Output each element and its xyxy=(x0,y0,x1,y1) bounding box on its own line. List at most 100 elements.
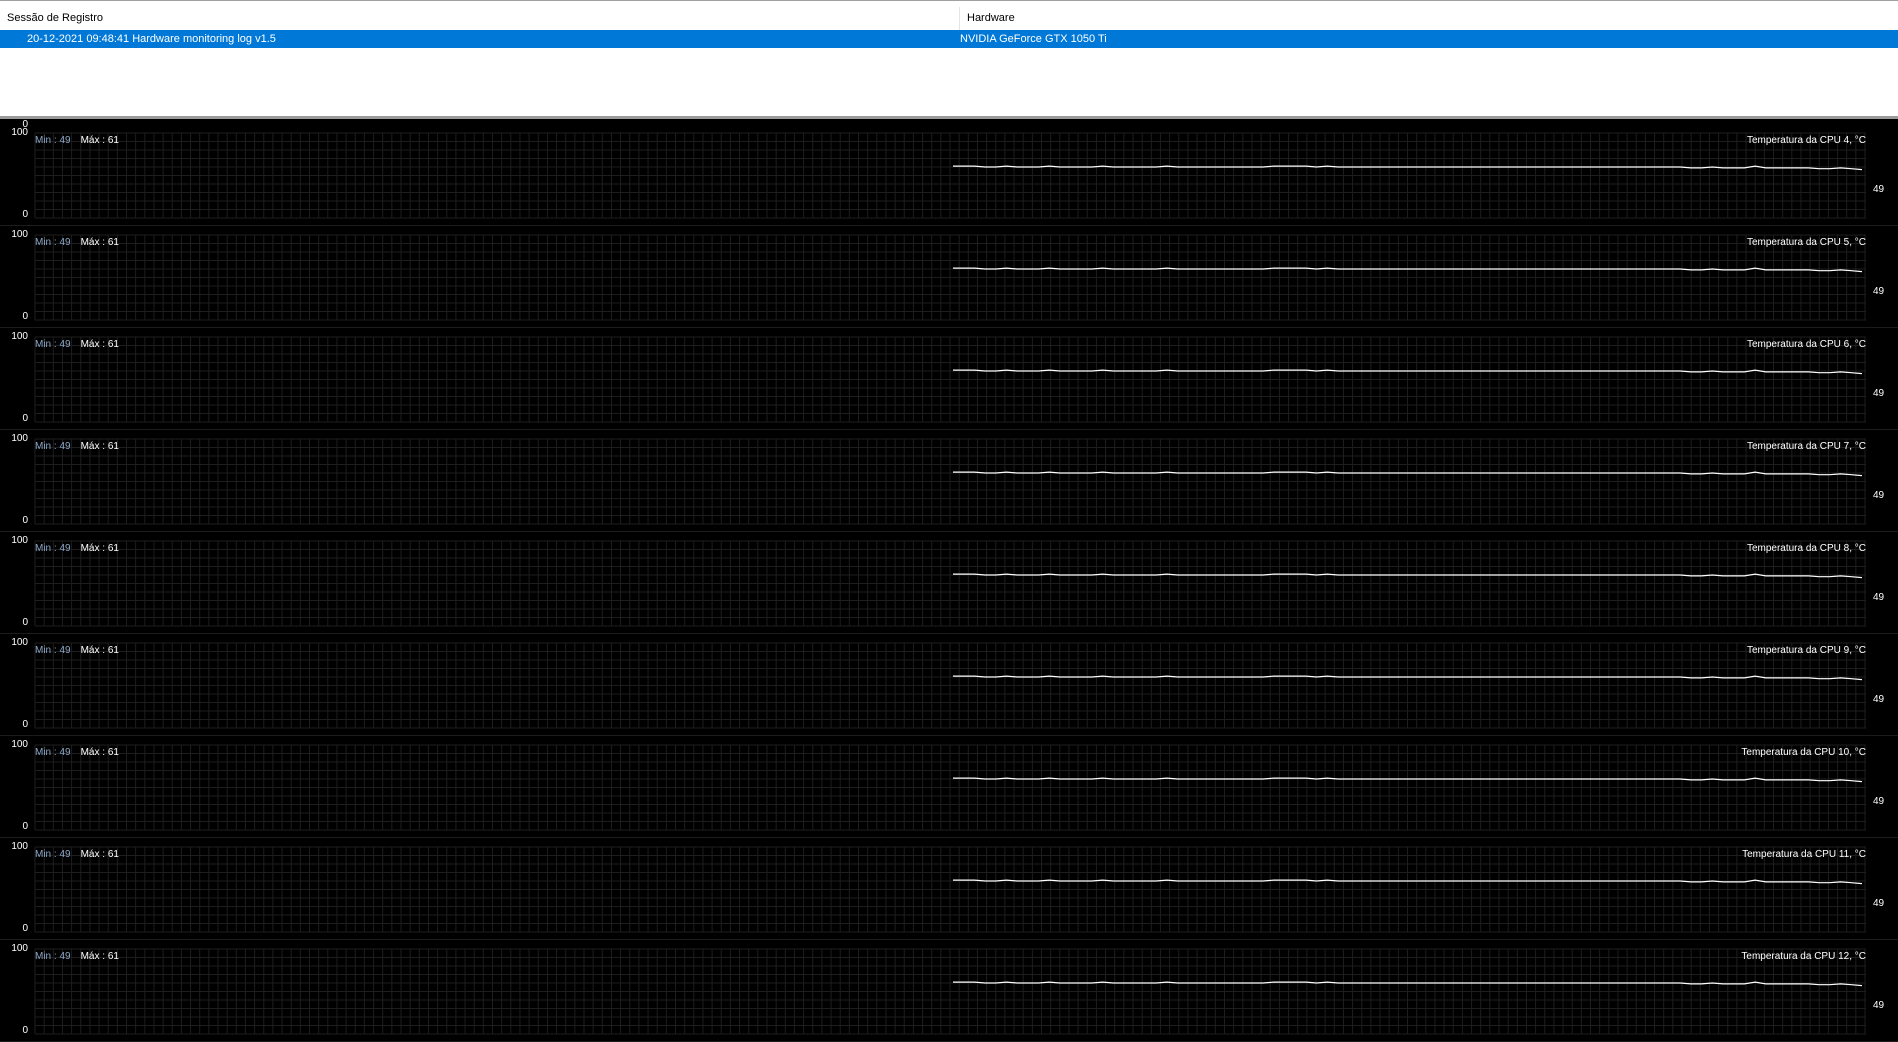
graph-grid xyxy=(34,948,1866,1035)
graph-panel[interactable]: 100 0 Min : 49 Máx : 61 Temperatura da CPU 9… xyxy=(0,633,1898,736)
max-value: 61 xyxy=(107,645,119,656)
axis-max-label: 100 xyxy=(11,739,28,750)
graph-panel[interactable]: 100 0 Min : 49 Máx : 61 Temperatura da CPU 7… xyxy=(0,429,1898,532)
graph-panel[interactable]: 100 0 Min : 49 Máx : 61 Temperatura da CPU 6… xyxy=(0,327,1898,430)
graph-plot xyxy=(34,438,1866,525)
graph-grid xyxy=(34,234,1866,321)
axis-min-label: 0 xyxy=(22,515,28,526)
log-session-panel: Sessão de Registro Hardware 20-12-2021 0… xyxy=(0,0,1898,117)
min-label: Min : xyxy=(35,951,60,962)
graph-minmax: Min : 49 Máx : 61 xyxy=(35,135,119,147)
column-header-hardware[interactable]: Hardware xyxy=(960,7,1898,30)
log-hardware-cell: NVIDIA GeForce GTX 1050 Ti xyxy=(960,33,1107,45)
graph-title: Temperatura da CPU 5, °C xyxy=(1746,237,1866,248)
graph-plot xyxy=(34,846,1866,933)
min-value: 49 xyxy=(59,747,71,758)
graph-grid xyxy=(34,642,1866,729)
graph-current-value: 49 xyxy=(1873,592,1885,603)
axis-max-label: 100 xyxy=(11,841,28,852)
min-value: 49 xyxy=(59,645,71,656)
graph-plot xyxy=(34,744,1866,831)
graph-panel[interactable]: 100 0 Min : 49 Máx : 61 Temperatura da CPU 4… xyxy=(0,123,1898,226)
graph-minmax: Min : 49 Máx : 61 xyxy=(35,441,119,453)
axis-max-label: 100 xyxy=(11,331,28,342)
max-value: 61 xyxy=(107,849,119,860)
graph-minmax: Min : 49 Máx : 61 xyxy=(35,339,119,351)
axis-min-label: 0 xyxy=(22,719,28,730)
graph-minmax: Min : 49 Máx : 61 xyxy=(35,747,119,759)
graph-panel[interactable]: 100 0 Min : 49 Máx : 61 Temperatura da CPU 1… xyxy=(0,939,1898,1042)
column-header-session[interactable]: Sessão de Registro xyxy=(0,7,960,30)
min-value: 49 xyxy=(59,543,71,554)
min-label: Min : xyxy=(35,441,60,452)
graph-current-value: 49 xyxy=(1873,694,1885,705)
max-label: Máx : xyxy=(80,543,108,554)
max-label: Máx : xyxy=(80,849,108,860)
min-label: Min : xyxy=(35,135,60,146)
log-row-selected[interactable]: 20-12-2021 09:48:41 Hardware monitoring … xyxy=(0,30,1898,48)
graph-plot xyxy=(34,336,1866,423)
graph-plot xyxy=(34,948,1866,1035)
max-label: Máx : xyxy=(80,747,108,758)
axis-max-label: 100 xyxy=(11,535,28,546)
min-value: 49 xyxy=(59,237,71,248)
graph-grid xyxy=(34,744,1866,831)
max-label: Máx : xyxy=(80,237,108,248)
min-label: Min : xyxy=(35,237,60,248)
graph-current-value: 49 xyxy=(1873,388,1885,399)
max-value: 61 xyxy=(107,441,119,452)
axis-max-label: 100 xyxy=(11,127,28,138)
max-label: Máx : xyxy=(80,441,108,452)
axis-min-label: 0 xyxy=(22,1025,28,1036)
graph-current-value: 49 xyxy=(1873,490,1885,501)
log-list-header: Sessão de Registro Hardware xyxy=(0,7,1898,31)
graph-panel[interactable]: 100 0 Min : 49 Máx : 61 Temperatura da CPU 8… xyxy=(0,531,1898,634)
min-value: 49 xyxy=(59,849,71,860)
axis-min-label: 0 xyxy=(22,209,28,220)
graph-title: Temperatura da CPU 8, °C xyxy=(1746,543,1866,554)
axis-min-label: 0 xyxy=(22,413,28,424)
graph-current-value: 49 xyxy=(1873,796,1885,807)
axis-max-label: 100 xyxy=(11,433,28,444)
graph-title: Temperatura da CPU 4, °C xyxy=(1746,135,1866,146)
graph-title: Temperatura da CPU 11, °C xyxy=(1742,849,1866,860)
graph-plot xyxy=(34,132,1866,219)
graph-plot xyxy=(34,642,1866,729)
graph-title: Temperatura da CPU 9, °C xyxy=(1746,645,1866,656)
graph-panel[interactable]: 100 0 Min : 49 Máx : 61 Temperatura da CPU 5… xyxy=(0,225,1898,328)
min-value: 49 xyxy=(59,441,71,452)
max-value: 61 xyxy=(107,951,119,962)
graph-title: Temperatura da CPU 12, °C xyxy=(1741,951,1866,962)
graphs-area: 0 100 0 Min : 49 Máx : 61 Temperatura da CPU… xyxy=(0,119,1898,1042)
max-value: 61 xyxy=(107,747,119,758)
graph-grid xyxy=(34,846,1866,933)
max-label: Máx : xyxy=(80,951,108,962)
axis-max-label: 100 xyxy=(11,229,28,240)
graph-current-value: 49 xyxy=(1873,898,1885,909)
max-value: 61 xyxy=(107,135,119,146)
min-label: Min : xyxy=(35,543,60,554)
min-label: Min : xyxy=(35,747,60,758)
graph-minmax: Min : 49 Máx : 61 xyxy=(35,237,119,249)
graph-minmax: Min : 49 Máx : 61 xyxy=(35,849,119,861)
graph-plot xyxy=(34,234,1866,321)
graph-title: Temperatura da CPU 6, °C xyxy=(1746,339,1866,350)
axis-max-label: 100 xyxy=(11,943,28,954)
graph-current-value: 49 xyxy=(1873,286,1885,297)
graph-panel[interactable]: 100 0 Min : 49 Máx : 61 Temperatura da CPU 1… xyxy=(0,837,1898,940)
axis-min-label: 0 xyxy=(22,311,28,322)
graph-minmax: Min : 49 Máx : 61 xyxy=(35,645,119,657)
graph-panel[interactable]: 100 0 Min : 49 Máx : 61 Temperatura da CPU 1… xyxy=(0,735,1898,838)
min-value: 49 xyxy=(59,951,71,962)
axis-min-label: 0 xyxy=(22,617,28,628)
min-label: Min : xyxy=(35,645,60,656)
min-value: 49 xyxy=(59,339,71,350)
graph-title: Temperatura da CPU 10, °C xyxy=(1741,747,1866,758)
graph-current-value: 49 xyxy=(1873,184,1885,195)
graph-grid xyxy=(34,438,1866,525)
axis-min-label: 0 xyxy=(22,923,28,934)
graph-minmax: Min : 49 Máx : 61 xyxy=(35,543,119,555)
min-label: Min : xyxy=(35,849,60,860)
graph-grid xyxy=(34,336,1866,423)
max-label: Máx : xyxy=(80,339,108,350)
